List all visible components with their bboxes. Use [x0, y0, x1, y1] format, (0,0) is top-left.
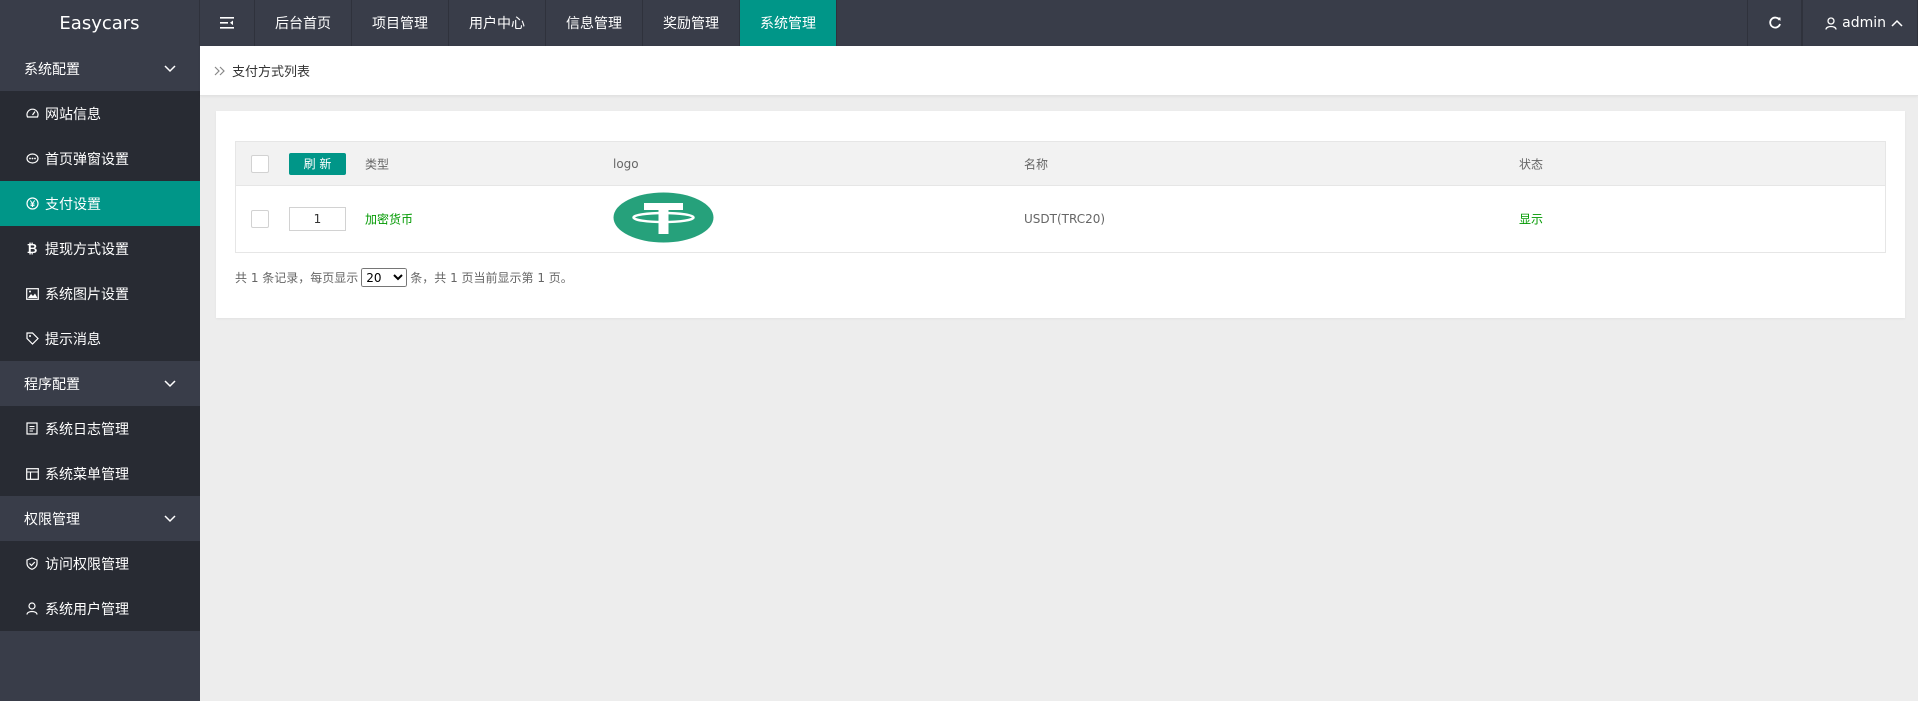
yen-icon: [25, 197, 39, 211]
topbar-right: admin: [1747, 0, 1918, 46]
sidebar-item-label: 系统用户管理: [45, 601, 129, 618]
sidebar-item-label: 网站信息: [45, 106, 101, 123]
chevron-down-icon: [164, 379, 176, 387]
column-header-logo: logo: [613, 156, 639, 171]
sidebar-group-label: 系统配置: [24, 61, 80, 78]
refresh-page-button[interactable]: [1747, 0, 1803, 46]
breadcrumb: 支付方式列表: [200, 46, 1918, 96]
sidebar: 系统配置 网站信息 首页弹窗设置 支付设置 ₿ 提现方式设置 系统图片设置 提示…: [0, 46, 200, 701]
pager-prefix: 共 1 条记录，每页显示: [235, 271, 359, 285]
username-label: admin: [1842, 15, 1886, 31]
sidebar-group-program-config[interactable]: 程序配置: [0, 361, 200, 406]
sidebar-item-system-menus[interactable]: 系统菜单管理: [0, 451, 200, 496]
sidebar-group-label: 程序配置: [24, 376, 80, 393]
log-icon: [25, 422, 39, 436]
topnav-item-projects[interactable]: 项目管理: [352, 0, 449, 46]
chevron-down-icon: [164, 64, 176, 72]
double-chevron-right-icon: [214, 66, 225, 75]
sidebar-item-label: 系统日志管理: [45, 421, 129, 438]
sidebar-item-label: 访问权限管理: [45, 556, 129, 573]
bitcoin-icon: ₿: [26, 241, 38, 257]
sidebar-item-system-logs[interactable]: 系统日志管理: [0, 406, 200, 451]
sidebar-item-label: 提现方式设置: [45, 241, 129, 258]
image-icon: [25, 287, 39, 301]
menu-toggle-icon: [220, 17, 234, 29]
sidebar-item-popup-settings[interactable]: 首页弹窗设置: [0, 136, 200, 181]
tag-icon: [25, 332, 39, 346]
sidebar-item-site-info[interactable]: 网站信息: [0, 91, 200, 136]
topnav-item-dashboard[interactable]: 后台首页: [255, 0, 352, 46]
table-header: 刷 新 类型 logo 名称 状态: [236, 142, 1885, 185]
refresh-icon: [1768, 16, 1781, 29]
row-status-toggle[interactable]: 显示: [1519, 211, 1543, 228]
page-size-select[interactable]: 20: [361, 268, 408, 287]
sidebar-group-label: 权限管理: [24, 511, 80, 528]
sidebar-item-access-permissions[interactable]: 访问权限管理: [0, 541, 200, 586]
content-card: 刷 新 类型 logo 名称 状态 1 加密货币 USDT(TRC20) 显示 …: [216, 111, 1905, 318]
sidebar-toggle-button[interactable]: [200, 0, 255, 46]
row-type-link[interactable]: 加密货币: [365, 211, 413, 228]
column-header-name: 名称: [1024, 157, 1049, 171]
pager-suffix: 条，共 1 页当前显示第 1 页。: [410, 271, 573, 285]
pagination: 共 1 条记录，每页显示 20 条，共 1 页当前显示第 1 页。: [235, 268, 573, 287]
chevron-down-icon: [164, 514, 176, 522]
breadcrumb-label: 支付方式列表: [232, 65, 311, 80]
sidebar-item-label: 支付设置: [45, 196, 101, 213]
sidebar-group-system-config[interactable]: 系统配置: [0, 46, 200, 91]
user-menu[interactable]: admin: [1802, 0, 1918, 46]
popup-icon: [25, 152, 39, 166]
topnav-item-rewards[interactable]: 奖励管理: [643, 0, 740, 46]
sidebar-item-label: 提示消息: [45, 331, 101, 348]
app-logo[interactable]: Easycars: [0, 0, 200, 46]
select-all-checkbox[interactable]: [251, 154, 269, 173]
sort-order-input[interactable]: 1: [289, 207, 346, 231]
dashboard-icon: [25, 107, 39, 121]
topnav-item-system[interactable]: 系统管理: [740, 0, 837, 46]
row-checkbox[interactable]: [251, 210, 269, 228]
sidebar-item-label: 系统图片设置: [45, 286, 129, 303]
chevron-up-icon: [1891, 19, 1903, 27]
sidebar-item-payment-settings[interactable]: 支付设置: [0, 181, 200, 226]
refresh-button[interactable]: 刷 新: [289, 152, 346, 175]
sidebar-item-withdraw-settings[interactable]: ₿ 提现方式设置: [0, 226, 200, 271]
sidebar-item-label: 系统菜单管理: [45, 466, 129, 483]
sidebar-item-image-settings[interactable]: 系统图片设置: [0, 271, 200, 316]
sidebar-group-permissions[interactable]: 权限管理: [0, 496, 200, 541]
topnav-item-users[interactable]: 用户中心: [449, 0, 546, 46]
column-header-type: 类型: [365, 157, 390, 171]
topnav-item-info[interactable]: 信息管理: [546, 0, 643, 46]
tether-logo: [613, 192, 714, 246]
sidebar-item-label: 首页弹窗设置: [45, 151, 129, 168]
table-row: 1 加密货币 USDT(TRC20) 显示: [236, 185, 1885, 252]
user-icon: [1825, 16, 1837, 30]
sidebar-item-tips[interactable]: 提示消息: [0, 316, 200, 361]
user-icon: [25, 602, 39, 616]
top-navbar: Easycars 后台首页 项目管理 用户中心 信息管理 奖励管理 系统管理 a…: [0, 0, 1918, 46]
row-name: USDT(TRC20): [1024, 212, 1106, 226]
column-header-status: 状态: [1519, 157, 1544, 171]
shield-icon: [25, 557, 39, 571]
menu-icon: [25, 467, 39, 481]
payment-methods-table: 刷 新 类型 logo 名称 状态 1 加密货币 USDT(TRC20) 显示: [235, 141, 1886, 253]
sidebar-item-system-users[interactable]: 系统用户管理: [0, 586, 200, 631]
